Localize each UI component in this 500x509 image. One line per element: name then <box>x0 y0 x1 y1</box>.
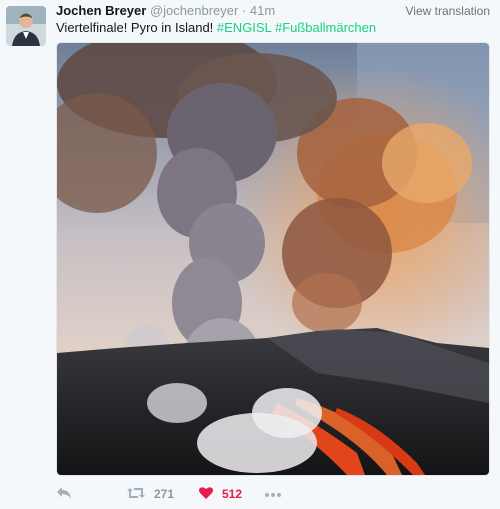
like-button[interactable]: 512 <box>198 484 242 504</box>
tweet-actions: 271 512 <box>56 484 476 504</box>
tweet-text-plain: Viertelfinale! Pyro in Island! <box>56 20 217 35</box>
retweet-count: 271 <box>154 487 175 501</box>
reply-icon <box>56 486 72 503</box>
retweet-icon <box>126 486 146 503</box>
heart-icon <box>198 486 214 503</box>
hashtag-engisl[interactable]: #ENGISL <box>217 20 271 35</box>
tweet-text: Viertelfinale! Pyro in Island! #ENGISL #… <box>56 19 376 37</box>
avatar[interactable] <box>6 6 46 46</box>
tweet-media-image[interactable] <box>56 42 490 476</box>
volcano-photo <box>57 43 489 475</box>
view-translation-link[interactable]: View translation <box>406 2 491 20</box>
tweet: Jochen Breyer @jochenbreyer · 41m View t… <box>0 0 500 509</box>
more-button[interactable] <box>264 484 282 504</box>
author-handle[interactable]: @jochenbreyer <box>150 3 238 18</box>
timestamp[interactable]: 41m <box>250 3 275 18</box>
tweet-header: Jochen Breyer @jochenbreyer · 41m View t… <box>56 2 490 20</box>
retweet-button[interactable]: 271 <box>126 484 174 504</box>
like-count: 512 <box>222 487 243 501</box>
hashtag-fussballmaerchen[interactable]: #Fußballmärchen <box>275 20 376 35</box>
author-name[interactable]: Jochen Breyer <box>56 3 146 18</box>
reply-button[interactable] <box>56 484 72 504</box>
more-dots-icon <box>264 487 282 501</box>
separator: · <box>241 3 247 18</box>
